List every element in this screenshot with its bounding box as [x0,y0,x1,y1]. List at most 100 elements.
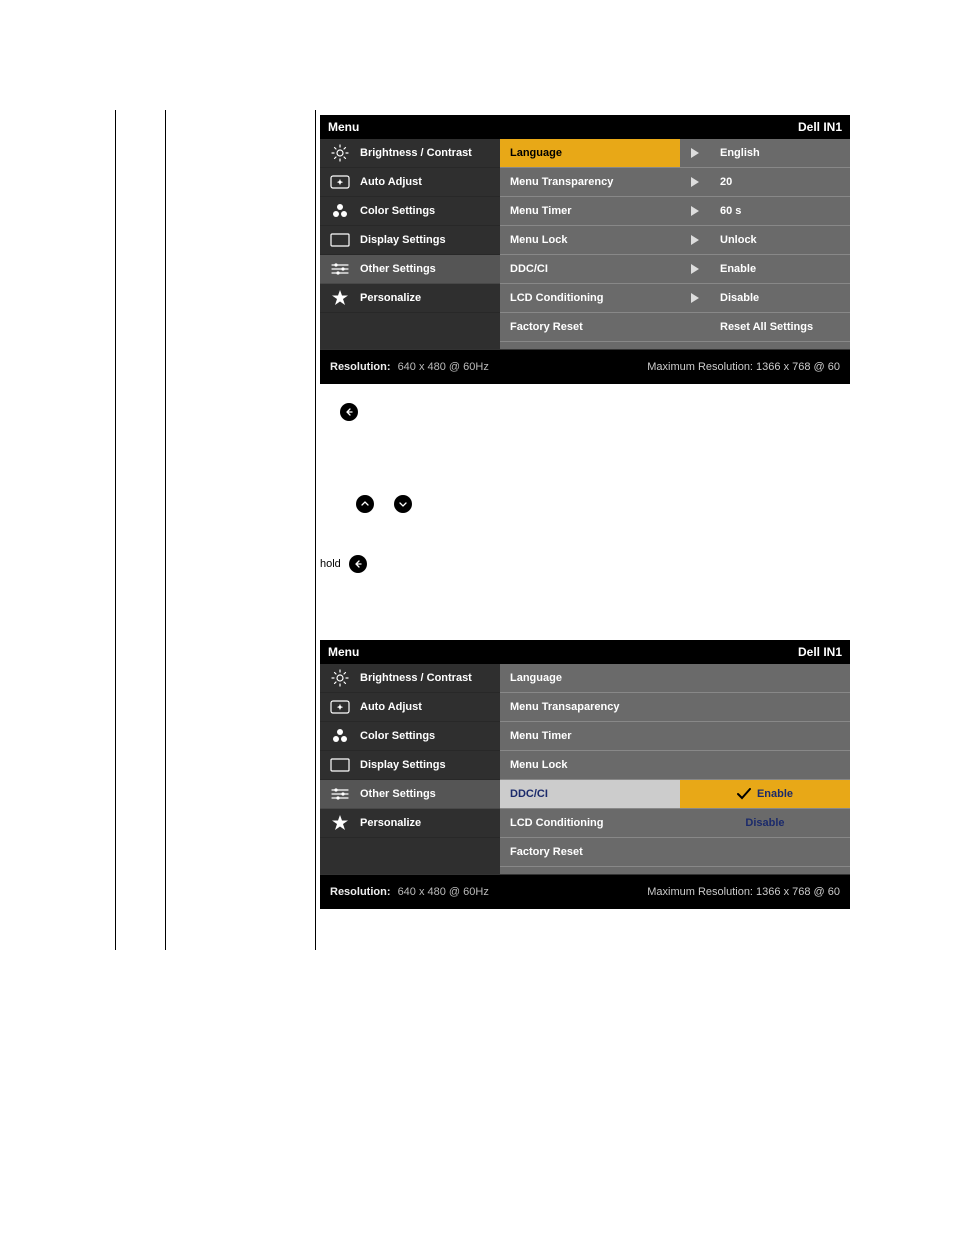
setting-value: 60 s [710,197,850,225]
setting-row[interactable]: Menu Timer [500,722,850,751]
sidebar-item-label: Color Settings [360,205,435,217]
sidebar-item-brightness[interactable]: Brightness / Contrast [320,664,500,693]
svg-text:✦: ✦ [337,703,344,712]
osd-title: Menu [328,120,359,134]
chevron-right-icon [680,139,710,167]
setting-value: 20 [710,168,850,196]
setting-label: Language [500,664,680,692]
doc-rule-3 [315,110,316,950]
osd-title: Menu [328,645,359,659]
setting-value: Disable [680,809,850,837]
instruction-back [320,403,850,421]
sidebar-item-label: Other Settings [360,788,436,800]
setting-row[interactable]: Language [500,664,850,693]
osd-header: Menu Dell IN1 [320,640,850,664]
doc-rule-1 [115,110,116,950]
sidebar-item-label: Personalize [360,292,421,304]
setting-label: Factory Reset [500,838,680,866]
sidebar-item-star[interactable]: Personalize [320,809,500,838]
hold-label: hold [320,558,341,570]
sidebar-item-sliders[interactable]: Other Settings [320,255,500,284]
setting-label: Menu Lock [500,226,680,254]
setting-label: DDC/CI [500,780,680,808]
color-icon [328,203,352,219]
sidebar-item-display[interactable]: Display Settings [320,751,500,780]
setting-label: LCD Conditioning [500,809,680,837]
sidebar-item-color[interactable]: Color Settings [320,722,500,751]
setting-label: Menu Timer [500,722,680,750]
setting-row[interactable]: Menu Lock Unlock [500,226,850,255]
setting-label: LCD Conditioning [500,284,680,312]
sidebar-item-auto[interactable]: ✦Auto Adjust [320,168,500,197]
osd-left-panel: Brightness / Contrast ✦ Auto Adjust Color S… [320,664,500,874]
chevron-right-icon [680,255,710,283]
setting-value: Enable [710,255,850,283]
display-icon [328,233,352,247]
sidebar-item-sliders[interactable]: Other Settings [320,780,500,809]
resolution-value: 640 x 480 @ 60Hz [398,886,489,898]
sidebar-item-color[interactable]: Color Settings [320,197,500,226]
setting-row[interactable]: Menu Transparency20 [500,168,850,197]
display-icon [328,758,352,772]
setting-row[interactable]: Factory Reset Reset All Settings [500,313,850,342]
setting-row[interactable]: Menu Transaparency [500,693,850,722]
resolution-label: Resolution: [330,361,391,373]
sidebar-item-auto[interactable]: ✦ Auto Adjust [320,693,500,722]
sidebar-item-star[interactable]: Personalize [320,284,500,313]
sliders-icon [328,787,352,801]
setting-label: DDC/CI [500,255,680,283]
osd-model: Dell IN1 [798,645,842,659]
setting-row[interactable]: LCD ConditioningDisable [500,809,850,838]
doc-rule-2 [165,110,166,950]
chevron-right-icon [680,226,710,254]
sidebar-item-label: Display Settings [360,759,446,771]
setting-value: Reset All Settings [710,313,850,341]
star-icon [328,289,352,307]
resolution-value: 640 x 480 @ 60Hz [398,361,489,373]
setting-row[interactable]: Menu Lock [500,751,850,780]
sidebar-item-label: Other Settings [360,263,436,275]
setting-row[interactable]: Factory Reset [500,838,850,867]
star-icon [328,814,352,832]
osd-header: Menu Dell IN1 [320,115,850,139]
setting-value: Disable [710,284,850,312]
color-icon [328,728,352,744]
setting-value [710,751,850,779]
sidebar-item-display[interactable]: Display Settings [320,226,500,255]
sidebar-item-brightness[interactable]: Brightness / Contrast [320,139,500,168]
setting-value: English [710,139,850,167]
setting-label: Language [500,139,680,167]
instruction-hold: hold [320,555,850,573]
sliders-icon [328,262,352,276]
osd-footer: Resolution: 640 x 480 @ 60Hz Maximum Res… [320,349,850,384]
setting-row[interactable]: DDC/CIEnable [500,780,850,809]
setting-value [710,693,850,721]
sidebar-item-label: Personalize [360,817,421,829]
back-icon[interactable] [340,403,358,421]
setting-value: Unlock [710,226,850,254]
up-icon[interactable] [356,495,374,513]
down-icon[interactable] [394,495,412,513]
setting-label: Menu Transaparency [500,693,680,721]
check-icon [737,788,751,800]
sidebar-item-label: Display Settings [360,234,446,246]
setting-label: Factory Reset [500,313,680,341]
osd-right-panel: LanguageMenu TransaparencyMenu TimerMenu… [500,664,850,874]
setting-row[interactable]: LCD Conditioning Disable [500,284,850,313]
osd-menu-2: Menu Dell IN1 Brightness / Contrast ✦ Auto… [320,640,850,909]
sidebar-item-label: Color Settings [360,730,435,742]
brightness-icon [328,144,352,162]
back-icon-2[interactable] [349,555,367,573]
setting-label: Menu Lock [500,751,680,779]
osd-right-panel: Language EnglishMenu Transparency20Menu T… [500,139,850,349]
setting-row[interactable]: DDC/CI Enable [500,255,850,284]
setting-row[interactable]: Menu Timer60 s [500,197,850,226]
setting-row[interactable]: Language English [500,139,850,168]
sidebar-item-label: Auto Adjust [360,176,422,188]
sidebar-item-label: Auto Adjust [360,701,422,713]
setting-value: Enable [680,780,850,808]
osd-menu-1: Menu Dell IN1 Brightness / Contrast✦Auto… [320,115,850,384]
max-resolution: Maximum Resolution: 1366 x 768 @ 60 [647,361,840,373]
setting-value [710,838,850,866]
osd-footer: Resolution: 640 x 480 @ 60Hz Maximum Res… [320,874,850,909]
